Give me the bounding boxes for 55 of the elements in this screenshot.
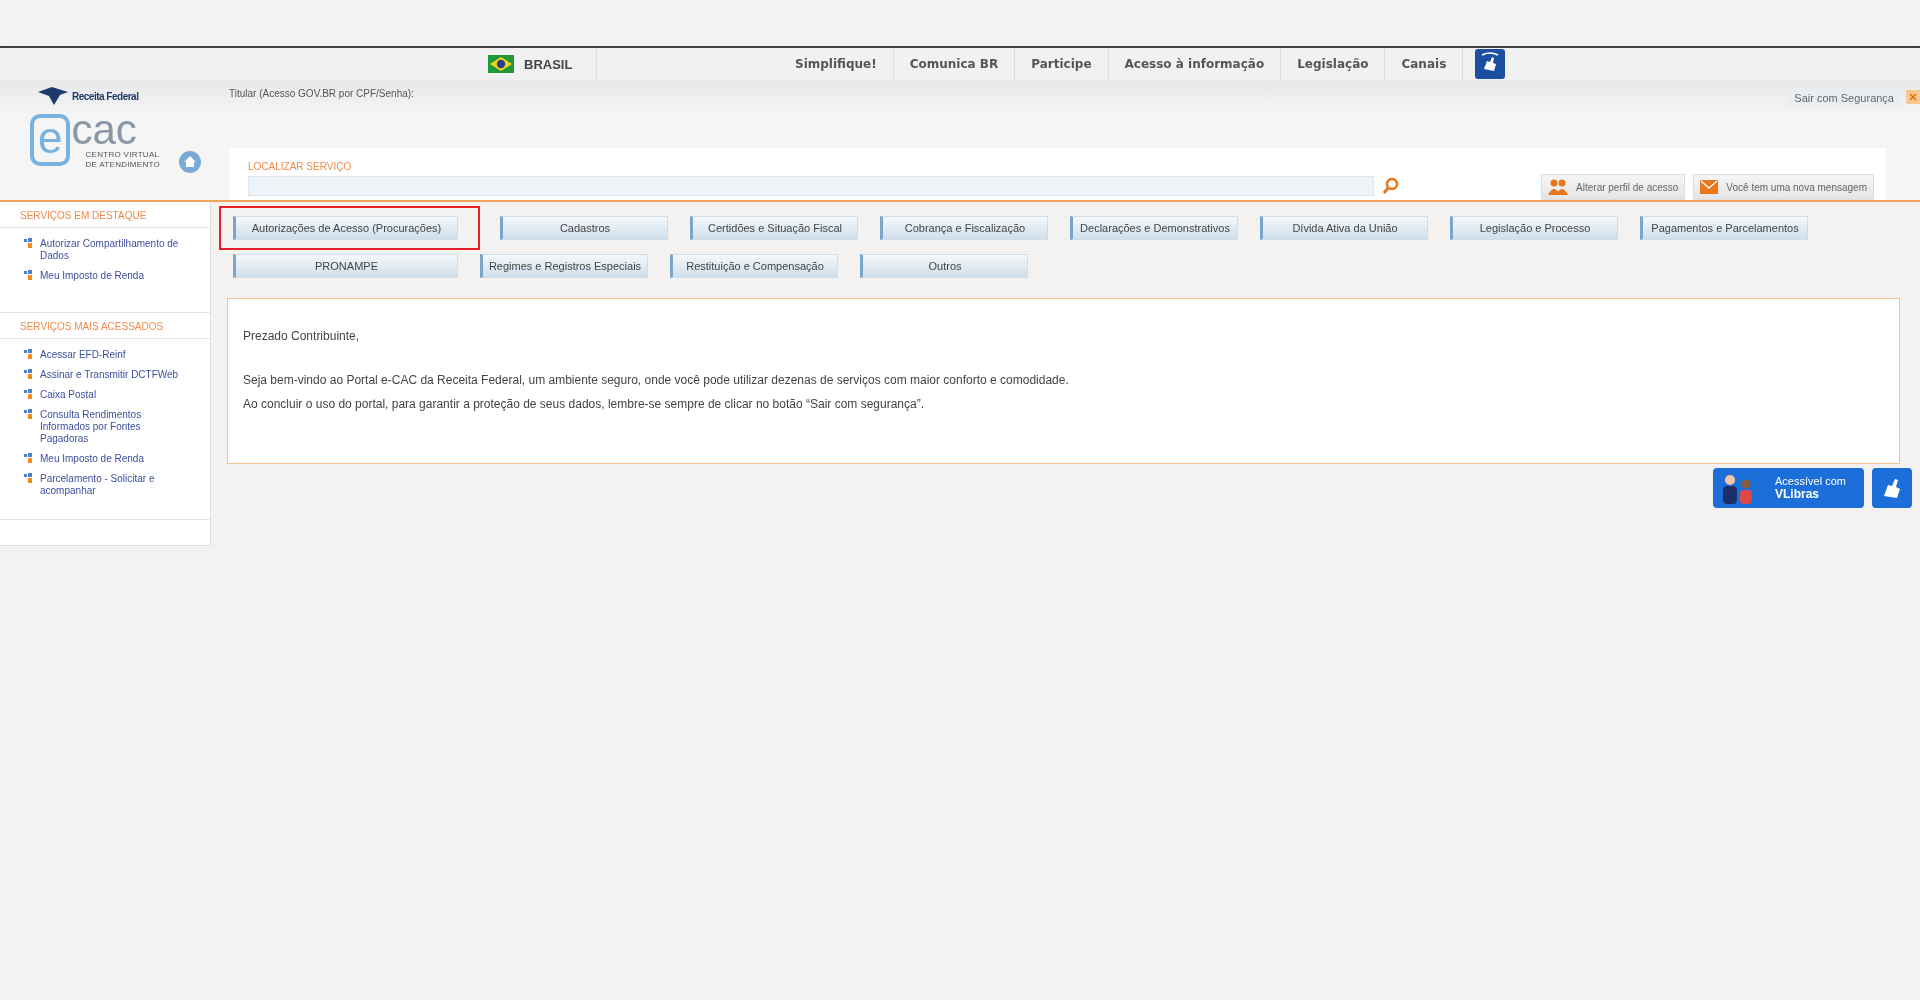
logout-link[interactable]: Sair com Segurança	[1788, 90, 1900, 106]
category-button[interactable]: Pagamentos e Parcelamentos	[1640, 216, 1808, 240]
flag-icon	[488, 55, 514, 73]
sign-language-icon[interactable]	[1872, 468, 1912, 508]
vlibras-button[interactable]: Acessível com VLibras	[1713, 468, 1864, 508]
category-button[interactable]: Legislação e Processo	[1450, 216, 1618, 240]
home-icon[interactable]	[178, 150, 203, 174]
category-button[interactable]: PRONAMPE	[233, 254, 458, 278]
sidebar-link[interactable]: Assinar e Transmitir DCTFWeb	[40, 369, 179, 381]
search-field[interactable]	[248, 176, 1374, 196]
sidebar-link[interactable]: Autorizar Compartilhamento de Dados	[40, 238, 190, 262]
category-button[interactable]: Restituição e Compensação	[670, 254, 838, 278]
category-button[interactable]: Cobrança e Fiscalização	[880, 216, 1048, 240]
sign-language-icon[interactable]	[1475, 49, 1506, 79]
bullet-icon	[24, 453, 33, 463]
sidebar-link[interactable]: Parcelamento - Solicitar e acompanhar	[40, 473, 190, 497]
bullet-icon	[24, 389, 33, 399]
bullet-icon	[24, 473, 33, 483]
sidebar-link[interactable]: Caixa Postal	[40, 389, 97, 401]
user-label: Titular (Acesso GOV.BR por CPF/Senha):	[229, 88, 414, 101]
category-button[interactable]: Autorizações de Acesso (Procurações)	[233, 216, 458, 240]
envelope-icon	[1700, 180, 1719, 194]
logo-name: cac	[71, 110, 137, 150]
action-button[interactable]: Você tem uma nova mensagem	[1693, 174, 1874, 200]
welcome-text: Seja bem-vindo ao Portal e-CAC da Receita Federal, um ambiente seguro, onde você pode utilizar dezenas de serviços com maior conforto e comodidade.	[243, 373, 1070, 387]
logo-letter: e	[30, 114, 71, 166]
category-button[interactable]: Certidões e Situação Fiscal	[690, 216, 858, 240]
close-icon[interactable]	[1906, 90, 1920, 104]
sidebar-link[interactable]: Meu Imposto de Renda	[40, 270, 144, 282]
section-title: SERVIÇOS EM DESTAQUE	[0, 202, 210, 228]
logo-subtitle: DE ATENDIMENTO	[85, 160, 161, 170]
sidebar-link[interactable]: Meu Imposto de Renda	[40, 453, 144, 465]
logo-subtitle: CENTRO VIRTUAL	[85, 150, 161, 160]
category-button[interactable]: Outros	[860, 254, 1028, 278]
agency-name: Receita Federal	[72, 90, 139, 102]
bullet-icon	[24, 270, 33, 280]
bullet-icon	[24, 369, 33, 379]
bullet-icon	[24, 349, 33, 359]
greeting-text: Prezado Contribuinte,	[243, 329, 361, 343]
sidebar-link[interactable]: Acessar EFD-Reinf	[40, 349, 126, 361]
welcome-text: Ao concluir o uso do portal, para garantir a proteção de seus dados, lembre-se sempre de clicar no botão “Sair com segurança”.	[243, 397, 926, 411]
search-label: LOCALIZAR SERVIÇO	[248, 161, 353, 172]
sidebar-link[interactable]: Consulta Rendimentos Informados por Fontes Pagadoras	[40, 409, 190, 445]
users-icon	[1548, 179, 1569, 195]
action-button[interactable]: Alterar perfil de acesso	[1541, 174, 1686, 200]
bullet-icon	[24, 238, 33, 248]
category-button[interactable]: Declarações e Demonstrativos	[1070, 216, 1238, 240]
category-button[interactable]: Regimes e Registros Especiais	[480, 254, 648, 278]
category-button[interactable]: Dívida Ativa da União	[1260, 216, 1428, 240]
eagle-icon	[36, 86, 70, 106]
category-button[interactable]: Cadastros	[500, 216, 668, 240]
country-label[interactable]: BRASIL	[524, 56, 573, 72]
bullet-icon	[24, 409, 33, 419]
section-title: SERVIÇOS MAIS ACESSADOS	[0, 313, 210, 339]
search-icon[interactable]	[1382, 177, 1400, 195]
